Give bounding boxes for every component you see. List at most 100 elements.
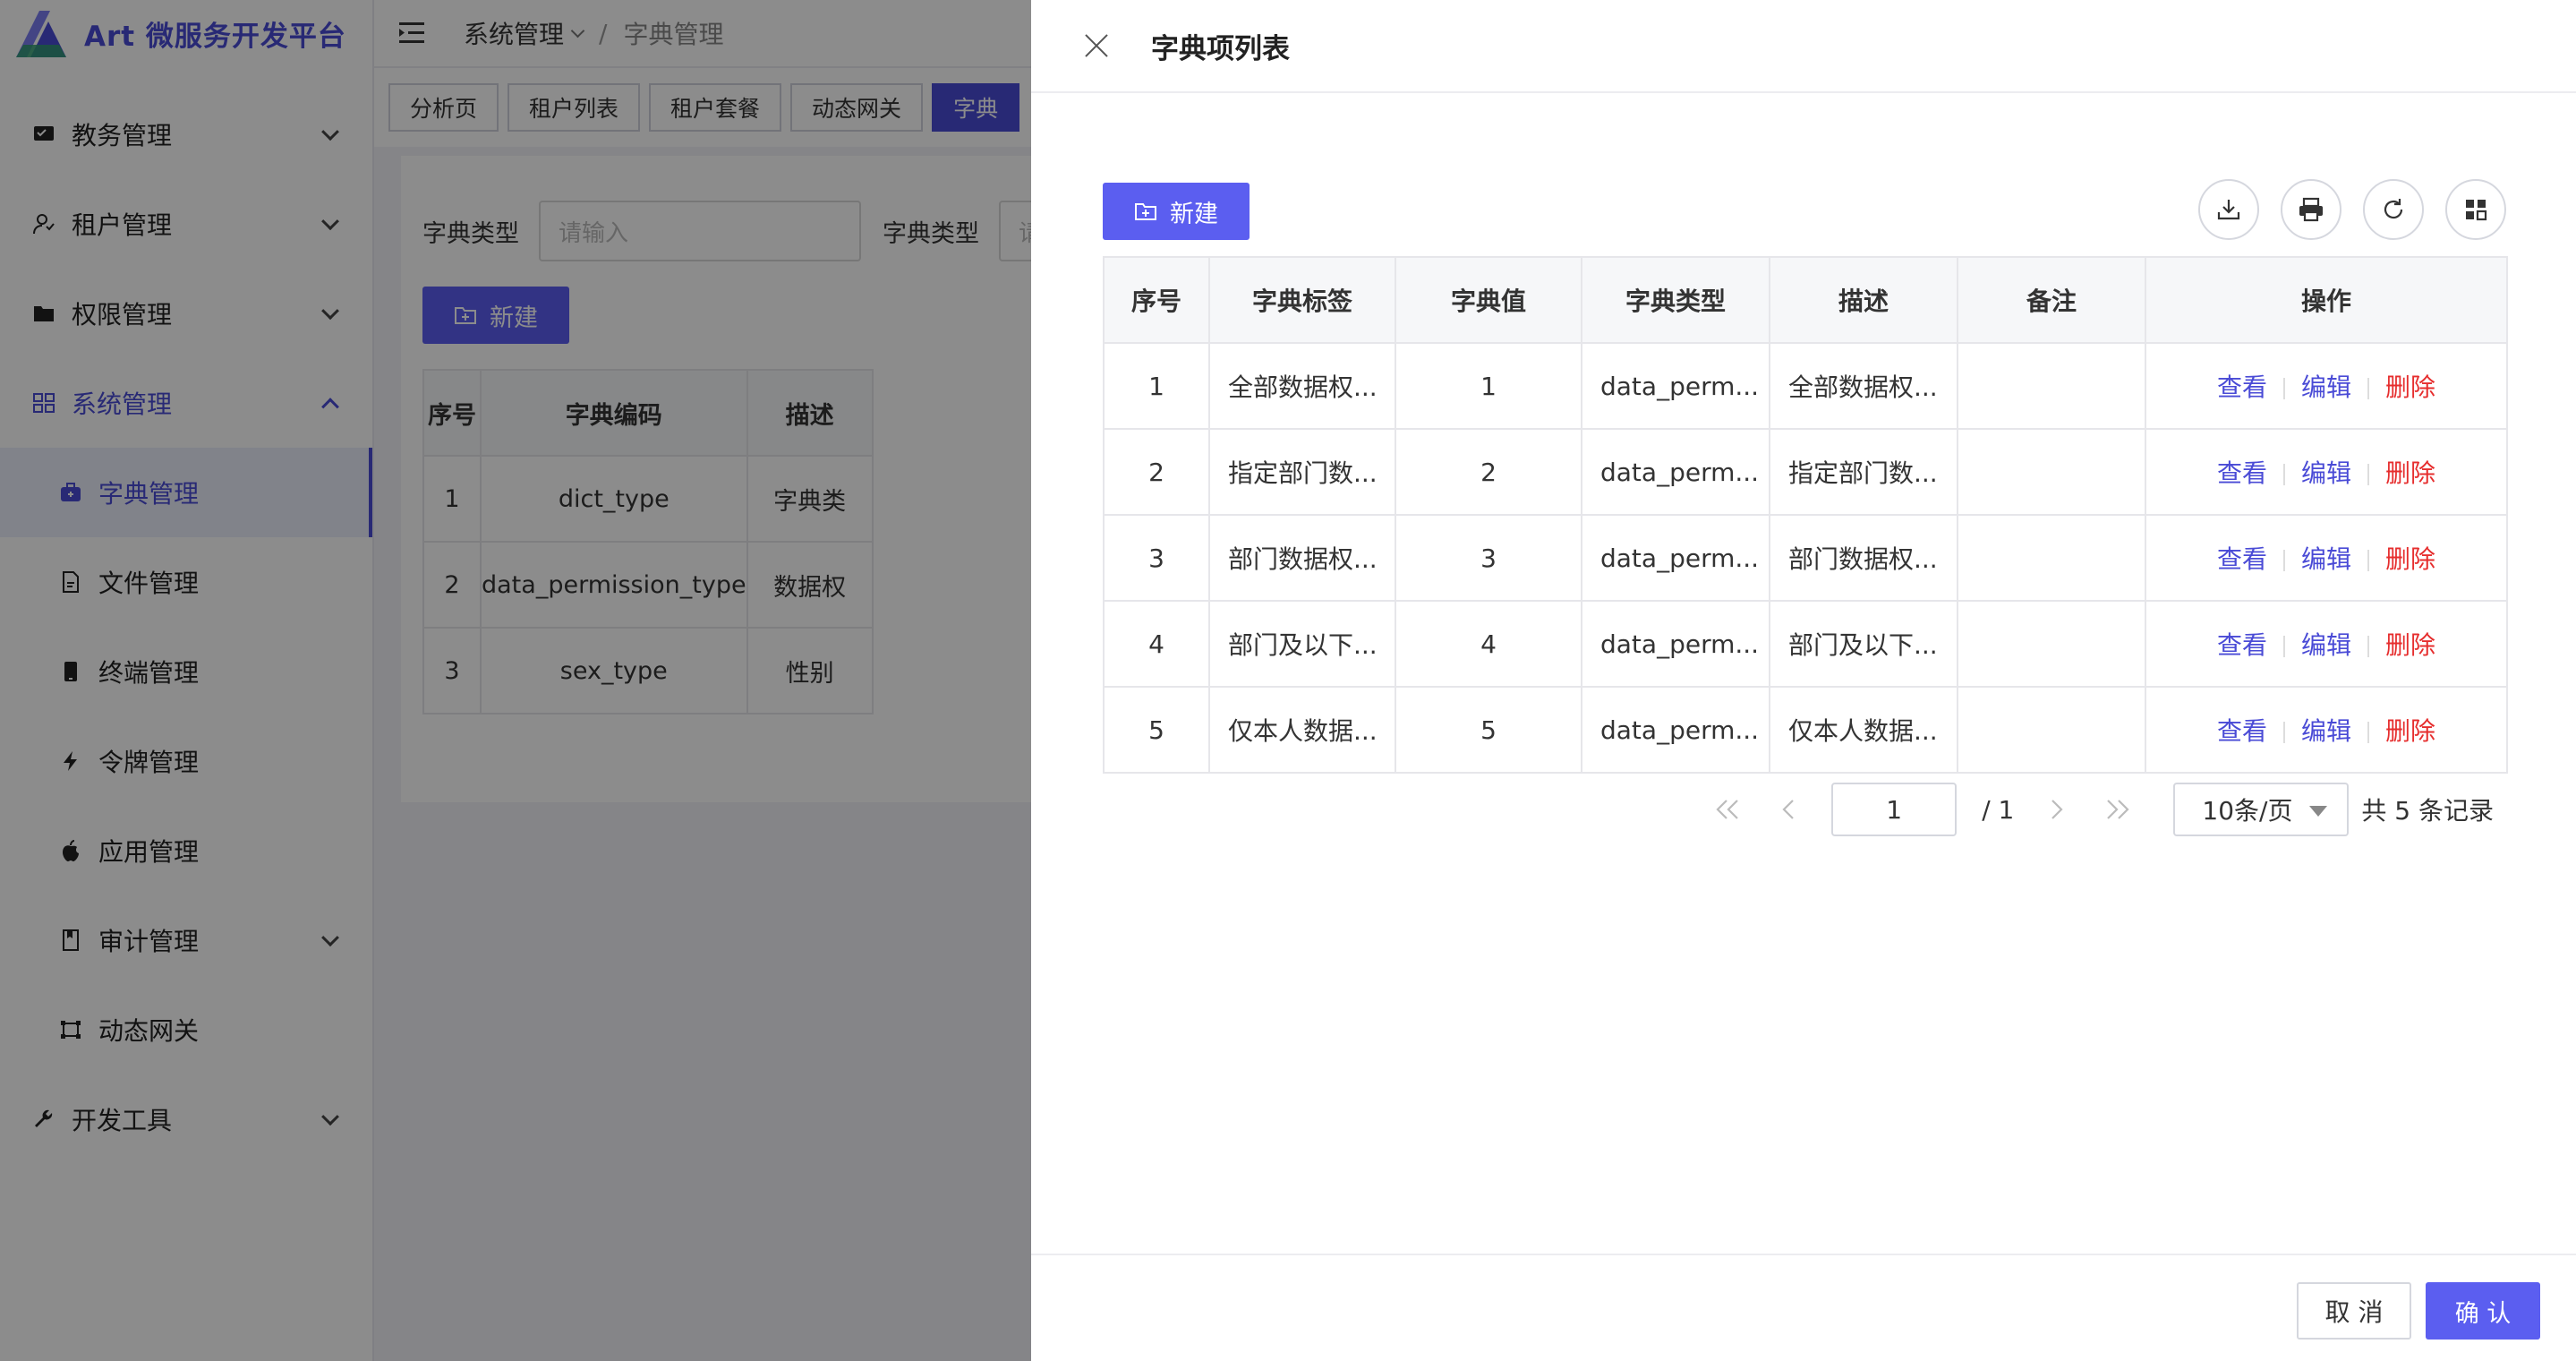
edit-link[interactable]: 编辑 xyxy=(2301,630,2351,660)
cell-desc: 部门数据权... xyxy=(1769,514,1958,602)
delete-link[interactable]: 删除 xyxy=(2385,544,2435,574)
download-button[interactable] xyxy=(2198,179,2259,240)
cell-no: 1 xyxy=(1103,342,1210,430)
cell-label: 全部数据权... xyxy=(1208,342,1396,430)
delete-link[interactable]: 删除 xyxy=(2385,458,2435,488)
view-link[interactable]: 查看 xyxy=(2217,458,2267,488)
column-settings-button[interactable] xyxy=(2445,179,2506,240)
divider xyxy=(2367,636,2369,657)
cell-actions: 查看 编辑 删除 xyxy=(2145,686,2508,774)
cell-label: 指定部门数... xyxy=(1208,428,1396,516)
pagination: 1 / 1 10条/页 共 5 条记录 xyxy=(1697,783,2494,836)
app-root: Art 微服务开发平台 教务管理 租户管理 权限管理 系统管理 字典管理 文件管理 终端管理… xyxy=(0,0,2576,1361)
double-chevron-left-icon xyxy=(1716,800,1738,819)
cell-remark xyxy=(1957,428,2146,516)
cell-actions: 查看 编辑 删除 xyxy=(2145,514,2508,602)
cell-no: 3 xyxy=(1103,514,1210,602)
total-pages: / 1 xyxy=(1982,794,2015,825)
confirm-button[interactable]: 确 认 xyxy=(2426,1282,2540,1340)
cell-actions: 查看 编辑 删除 xyxy=(2145,342,2508,430)
edit-link[interactable]: 编辑 xyxy=(2301,458,2351,488)
cancel-button[interactable]: 取 消 xyxy=(2297,1282,2411,1340)
divider xyxy=(2282,464,2285,485)
divider xyxy=(2367,550,2369,571)
cell-desc: 全部数据权... xyxy=(1769,342,1958,430)
divider xyxy=(2367,464,2369,485)
view-link[interactable]: 查看 xyxy=(2217,372,2267,402)
table-header-row: 序号 字典标签 字典值 字典类型 描述 备注 操作 xyxy=(1103,256,2508,344)
col-header-desc: 描述 xyxy=(1769,256,1958,344)
download-icon xyxy=(2217,200,2240,220)
cell-value: 2 xyxy=(1395,428,1582,516)
cell-no: 2 xyxy=(1103,428,1210,516)
close-icon[interactable] xyxy=(1081,30,1112,61)
chevron-left-icon xyxy=(1782,800,1794,819)
table-row[interactable]: 1 全部数据权... 1 data_perm... 全部数据权... 查看 编辑 删除 xyxy=(1103,342,2508,430)
view-link[interactable]: 查看 xyxy=(2217,544,2267,574)
print-button[interactable] xyxy=(2281,179,2341,240)
view-link[interactable]: 查看 xyxy=(2217,630,2267,660)
col-header-label: 字典标签 xyxy=(1208,256,1396,344)
cell-desc: 仅本人数据... xyxy=(1769,686,1958,774)
next-page-button[interactable] xyxy=(2039,792,2075,827)
cell-no: 5 xyxy=(1103,686,1210,774)
cell-type: data_perm... xyxy=(1581,686,1770,774)
cell-remark xyxy=(1957,342,2146,430)
cell-label: 仅本人数据... xyxy=(1208,686,1396,774)
dict-items-drawer: 字典项列表 新建 序号 字典标签 字典值 字典类型 描述 备注 操作 1 全部数… xyxy=(1031,0,2576,1361)
cell-type: data_perm... xyxy=(1581,342,1770,430)
cell-desc: 部门及以下... xyxy=(1769,600,1958,688)
cell-value: 1 xyxy=(1395,342,1582,430)
cell-actions: 查看 编辑 删除 xyxy=(2145,600,2508,688)
edit-link[interactable]: 编辑 xyxy=(2301,372,2351,402)
divider xyxy=(2282,636,2285,657)
divider xyxy=(2282,378,2285,399)
cell-type: data_perm... xyxy=(1581,514,1770,602)
table-row[interactable]: 5 仅本人数据... 5 data_perm... 仅本人数据... 查看 编辑 删除 xyxy=(1103,686,2508,774)
cell-label: 部门数据权... xyxy=(1208,514,1396,602)
table-toolbar xyxy=(2177,179,2506,240)
caret-down-icon xyxy=(2309,806,2328,817)
cell-value: 5 xyxy=(1395,686,1582,774)
new-dict-item-button[interactable]: 新建 xyxy=(1103,183,1250,240)
cell-label: 部门及以下... xyxy=(1208,600,1396,688)
page-size-select[interactable]: 10条/页 xyxy=(2173,783,2350,836)
refresh-button[interactable] xyxy=(2363,179,2424,240)
col-header-remark: 备注 xyxy=(1957,256,2146,344)
delete-link[interactable]: 删除 xyxy=(2385,630,2435,660)
drawer-mask[interactable] xyxy=(0,0,1031,1361)
first-page-button[interactable] xyxy=(1710,792,1745,827)
divider xyxy=(2282,550,2285,571)
delete-link[interactable]: 删除 xyxy=(2385,716,2435,746)
last-page-button[interactable] xyxy=(2100,792,2136,827)
double-chevron-right-icon xyxy=(2107,800,2129,819)
page-size-value: 10条/页 xyxy=(2202,796,2293,826)
prev-page-button[interactable] xyxy=(1770,792,1806,827)
table-row[interactable]: 2 指定部门数... 2 data_perm... 指定部门数... 查看 编辑 删除 xyxy=(1103,428,2508,516)
col-header-actions: 操作 xyxy=(2145,256,2508,344)
divider xyxy=(2367,722,2369,743)
dict-items-table: 序号 字典标签 字典值 字典类型 描述 备注 操作 1 全部数据权... 1 data… xyxy=(1103,256,2508,774)
folder-add-icon xyxy=(1135,203,1156,220)
page-number-input[interactable]: 1 xyxy=(1831,783,1958,836)
table-row[interactable]: 4 部门及以下... 4 data_perm... 部门及以下... 查看 编辑 删除 xyxy=(1103,600,2508,688)
col-header-no: 序号 xyxy=(1103,256,1210,344)
cell-remark xyxy=(1957,600,2146,688)
table-row[interactable]: 3 部门数据权... 3 data_perm... 部门数据权... 查看 编辑 删除 xyxy=(1103,514,2508,602)
view-link[interactable]: 查看 xyxy=(2217,716,2267,746)
edit-link[interactable]: 编辑 xyxy=(2301,544,2351,574)
delete-link[interactable]: 删除 xyxy=(2385,372,2435,402)
cell-actions: 查看 编辑 删除 xyxy=(2145,428,2508,516)
drawer-title: 字典项列表 xyxy=(1151,32,1290,65)
total-records: 共 5 条记录 xyxy=(2361,796,2494,826)
refresh-icon xyxy=(2384,199,2403,219)
cell-value: 3 xyxy=(1395,514,1582,602)
divider xyxy=(2282,722,2285,743)
cell-type: data_perm... xyxy=(1581,600,1770,688)
drawer-header: 字典项列表 xyxy=(1031,0,2576,93)
divider xyxy=(2367,378,2369,399)
columns-icon xyxy=(2466,200,2487,221)
cell-type: data_perm... xyxy=(1581,428,1770,516)
drawer-footer: 取 消 确 认 xyxy=(1031,1254,2576,1361)
edit-link[interactable]: 编辑 xyxy=(2301,716,2351,746)
